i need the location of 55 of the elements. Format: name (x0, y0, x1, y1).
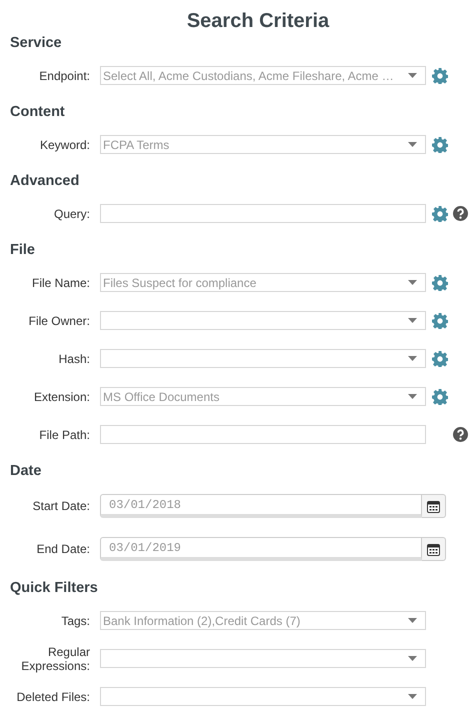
section-heading: Advanced (10, 172, 80, 190)
dropdown-field[interactable] (100, 687, 426, 706)
date-field[interactable]: 03/01/2018 (100, 494, 422, 518)
dropdown-field[interactable]: MS Office Documents (100, 387, 426, 406)
caret-icon (408, 142, 417, 147)
settings-icon[interactable] (432, 68, 448, 84)
caret-icon (408, 618, 417, 623)
calendar-button[interactable] (422, 494, 446, 518)
input-field[interactable] (100, 204, 426, 223)
settings-icon[interactable] (432, 206, 448, 222)
field-label: Tags: (60, 614, 90, 628)
settings-icon[interactable] (432, 312, 448, 328)
dropdown-field[interactable]: Bank Information (2),Credit Cards (7) (100, 611, 426, 630)
field-label: Hash: (58, 352, 90, 366)
dropdown-field[interactable] (100, 311, 426, 330)
dropdown-field[interactable]: Files Suspect for compliance (100, 273, 426, 292)
caret-icon (408, 356, 417, 361)
settings-icon[interactable] (432, 274, 448, 290)
field-label: Keyword: (38, 138, 90, 152)
field-label: Regular Expressions: (20, 644, 90, 672)
section-heading: Service (10, 34, 63, 52)
calendar-icon (427, 500, 440, 512)
help-icon[interactable] (452, 427, 468, 442)
section-heading: File (10, 241, 36, 259)
dropdown-field[interactable] (100, 349, 426, 368)
caret-icon (408, 394, 417, 399)
section-heading: Date (10, 462, 42, 480)
caret-icon (408, 280, 417, 285)
caret-icon (408, 694, 417, 699)
dropdown-field[interactable]: FCPA Terms (100, 135, 426, 154)
caret-icon (408, 318, 417, 323)
date-field[interactable]: 03/01/2019 (100, 537, 422, 561)
caret-icon (408, 656, 417, 661)
field-label: File Path: (38, 428, 90, 442)
calendar-icon (427, 542, 440, 556)
field-label: File Name: (30, 276, 90, 290)
field-label: Deleted Files: (16, 690, 90, 704)
field-label: Extension: (32, 390, 90, 404)
dropdown-field[interactable]: Select All, Acme Custodians, Acme Fileshare, Acme … (100, 66, 426, 85)
field-label: File Owner: (28, 314, 90, 328)
help-icon[interactable] (452, 206, 468, 221)
input-field[interactable] (100, 425, 426, 444)
field-label: Query: (52, 206, 90, 220)
field-label: Start Date: (32, 499, 90, 513)
page-title: Search Criteria (186, 9, 330, 34)
dropdown-field[interactable] (100, 649, 426, 668)
settings-icon[interactable] (432, 388, 448, 404)
settings-icon[interactable] (432, 350, 448, 366)
section-heading: Content (10, 103, 66, 121)
calendar-button[interactable] (422, 537, 446, 561)
settings-icon[interactable] (432, 136, 448, 152)
field-label: End Date: (36, 542, 90, 556)
section-heading: Quick Filters (10, 579, 99, 597)
field-label: Endpoint: (38, 68, 90, 82)
caret-icon (408, 73, 417, 78)
